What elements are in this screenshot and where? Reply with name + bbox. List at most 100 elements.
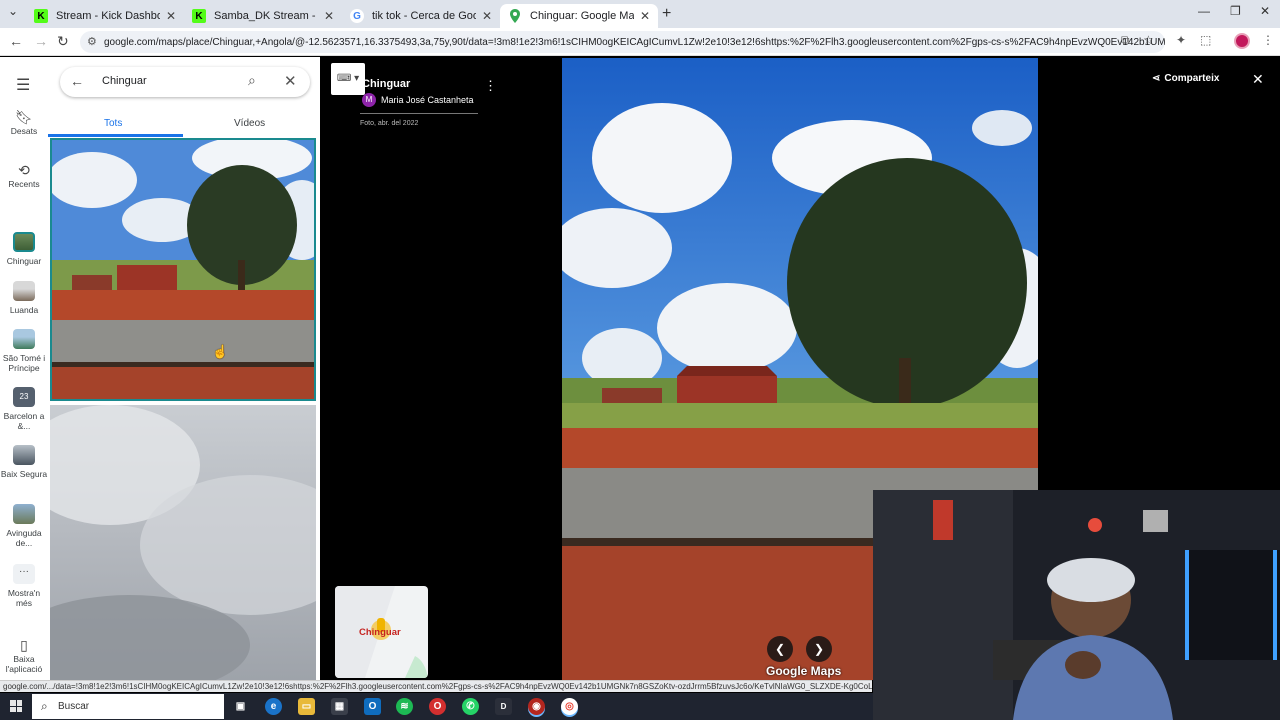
search-box[interactable]: ← Chinguar ⌕ ✕ [60,67,310,97]
whatsapp-icon[interactable]: ✆ [462,698,479,715]
browser-menu-icon[interactable]: ⋮ [1262,33,1274,47]
rail-item-get-app[interactable]: ▯ Baixa l'aplicació [0,637,48,674]
share-label: Comparteix [1164,73,1220,84]
rail-item-baix-segura[interactable]: Baix Segura [0,445,48,479]
history-icon: ⟲ [18,162,30,178]
obs-icon[interactable]: ◉ [528,698,545,715]
close-tab-icon[interactable]: ✕ [482,9,492,23]
google-maps-logo: Google Maps [766,664,842,678]
store-icon[interactable]: ▦ [331,698,348,715]
rail-label: Luanda [9,305,39,315]
extensions-puzzle-icon[interactable]: ⬚ [1200,33,1211,47]
rail-item-avinguda[interactable]: Avinguda de... [0,504,48,548]
phone-icon: ▯ [20,637,28,653]
previous-photo-button[interactable]: ❮ [767,636,793,662]
tab-title: Chinguar: Google Maps [530,10,634,22]
search-panel: ← Chinguar ⌕ ✕ Tots Vídeos [48,57,368,680]
file-explorer-icon[interactable]: ▭ [298,698,315,715]
new-tab-icon[interactable]: + [662,5,671,23]
place-thumbnail [13,445,35,465]
reload-icon[interactable]: ↻ [57,33,69,50]
screen: ⌄ K Stream - Kick Dashboard ✕ K Samba_DK… [0,0,1280,720]
maps-pin-icon [508,9,522,23]
tab-videos[interactable]: Vídeos [234,118,265,129]
close-tab-icon[interactable]: ✕ [166,9,176,23]
tab-google-maps[interactable]: Chinguar: Google Maps ✕ [500,4,658,28]
app-d-icon[interactable]: D [495,698,512,715]
share-icon: ⋖ [1152,73,1161,84]
tab-samba-stream[interactable]: K Samba_DK Stream - Watch Live ✕ [184,4,342,28]
restore-icon[interactable]: ❐ [1230,4,1241,18]
chrome-icon[interactable]: ◎ [561,698,578,715]
search-icon[interactable]: ⌕ [248,72,256,89]
address-bar[interactable]: ⚙ google.com/maps/place/Chinguar,+Angola… [80,31,1165,53]
rail-item-saved[interactable]: 🔖︎ Desats [0,110,48,136]
rail-label: Baixa l'aplicació [5,654,43,674]
rail-item-barcelona[interactable]: 23 Barcelon a &... [0,387,48,431]
place-thumbnail [13,232,35,252]
author-name[interactable]: Maria José Castanheta [381,95,474,105]
site-info-icon[interactable]: ⚙ [87,35,97,48]
photo-date: Foto, abr. del 2022 [360,120,419,127]
tab-search-icon[interactable]: ⌄ [8,4,18,18]
place-title: Chinguar [362,78,411,90]
minimize-icon[interactable]: — [1198,4,1210,18]
rail-label: Desats [10,126,38,136]
close-tab-icon[interactable]: ✕ [324,9,334,23]
menu-icon[interactable]: ☰ [16,75,30,95]
taskbar-search-label: Buscar [58,701,90,712]
status-url: google.com/.../data=!3m8!1e2!3m6!1sCIHM0… [3,682,872,691]
rail-label: Mostra'n més [7,588,41,608]
mouse-cursor: ☝ [212,344,229,359]
taskbar-search[interactable]: ⌕ Buscar [32,694,224,719]
keyboard-shortcuts-button[interactable]: ⌨ ▾ [331,63,365,95]
photo-thumbnail-selected[interactable] [50,138,316,401]
rail-item-luanda[interactable]: Luanda [0,281,48,315]
task-view-icon[interactable]: ▣ [232,698,249,715]
link-status-bar: google.com/.../data=!3m8!1e2!3m6!1sCIHM0… [0,680,872,692]
rail-item-sao-tome[interactable]: São Tomé i Príncipe [0,329,48,373]
back-icon[interactable]: ← [9,33,23,49]
clear-search-icon[interactable]: ✕ [284,72,297,90]
rail-item-show-more[interactable]: ··· Mostra'n més [0,564,48,608]
mini-map-label: Chinguar [359,627,401,638]
windows-taskbar: ⌕ Buscar ▣ e ▭ ▦ O ≋ O ✆ D ◉ ◎ [0,693,873,720]
rail-label: Avinguda de... [6,528,42,548]
tab-title: tik tok - Cerca de Google [372,10,476,22]
opera-icon[interactable]: O [429,698,446,715]
profile-avatar[interactable] [1234,33,1250,49]
close-tab-icon[interactable]: ✕ [640,9,650,23]
edge-icon[interactable]: e [265,698,282,715]
bookmark-star-icon[interactable]: ☆ [1143,33,1154,47]
tab-kick-dashboard[interactable]: K Stream - Kick Dashboard ✕ [26,4,184,28]
next-photo-button[interactable]: ❯ [806,636,832,662]
rail-label: Barcelon a &... [3,411,45,431]
tab-google-search[interactable]: G tik tok - Cerca de Google ✕ [342,4,500,28]
webcam-overlay [873,490,1280,720]
forward-icon[interactable]: → [34,33,48,49]
more-icon: ··· [13,564,35,584]
mini-map[interactable]: Chinguar [335,586,428,678]
place-thumbnail [13,281,35,301]
windows-start-icon[interactable] [10,700,22,712]
author-avatar[interactable]: M [362,93,376,107]
search-input[interactable]: Chinguar [102,75,147,87]
spotify-icon[interactable]: ≋ [396,698,413,715]
rail-item-chinguar[interactable]: Chinguar [0,232,48,266]
place-thumbnail [13,504,35,524]
install-app-icon[interactable]: ⧉ [1121,33,1130,48]
close-viewer-icon[interactable]: ✕ [1252,71,1264,88]
back-arrow-icon[interactable]: ← [70,73,84,89]
more-options-icon[interactable]: ⋮ [484,78,497,94]
place-thumbnail: 23 [13,387,35,407]
extension-icon[interactable]: ✦ [1176,33,1186,47]
share-button[interactable]: ⋖ Comparteix [1152,73,1219,84]
rail-item-recents[interactable]: ⟲ Recents [0,162,48,189]
tab-all[interactable]: Tots [104,118,122,129]
photo-tabs: Tots Vídeos [48,112,320,138]
rail-label: Recents [8,179,40,189]
photo-thumbnail[interactable] [50,405,316,680]
kick-icon: K [192,9,206,23]
outlook-icon[interactable]: O [364,698,381,715]
close-window-icon[interactable]: ✕ [1260,4,1270,18]
